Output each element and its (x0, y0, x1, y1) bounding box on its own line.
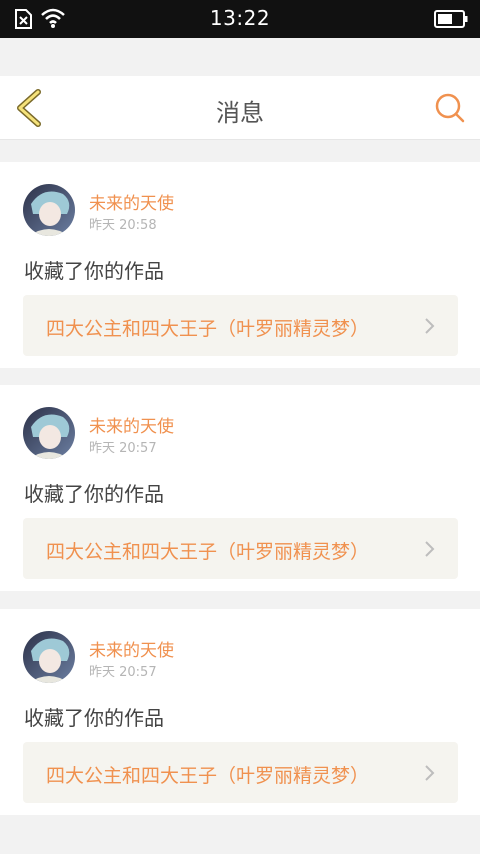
avatar[interactable] (23, 631, 75, 683)
search-icon (435, 93, 465, 123)
action-text: 收藏了你的作品 (24, 706, 164, 730)
work-title: 四大公主和四大王子（叶罗丽精灵梦） (46, 765, 370, 787)
chevron-right-icon (424, 317, 436, 339)
work-link[interactable]: 四大公主和四大王子（叶罗丽精灵梦） (23, 295, 458, 356)
chevron-right-icon (424, 764, 436, 786)
action-text: 收藏了你的作品 (24, 482, 164, 506)
avatar[interactable] (23, 407, 75, 459)
message-card: 未来的天使 昨天 20:57 收藏了你的作品 四大公主和四大王子（叶罗丽精灵梦） (0, 385, 480, 591)
message-card: 未来的天使 昨天 20:57 收藏了你的作品 四大公主和四大王子（叶罗丽精灵梦） (0, 609, 480, 815)
status-bar: 13:22 (0, 0, 480, 38)
username[interactable]: 未来的天使 (89, 636, 174, 661)
work-title: 四大公主和四大王子（叶罗丽精灵梦） (46, 318, 370, 340)
timestamp: 昨天 20:57 (89, 665, 157, 680)
nav-header: 消息 (0, 76, 480, 140)
work-title: 四大公主和四大王子（叶罗丽精灵梦） (46, 541, 370, 563)
work-link[interactable]: 四大公主和四大王子（叶罗丽精灵梦） (23, 742, 458, 803)
status-time: 13:22 (209, 6, 271, 30)
work-link[interactable]: 四大公主和四大王子（叶罗丽精灵梦） (23, 518, 458, 579)
search-button[interactable] (434, 92, 466, 124)
chevron-right-icon (424, 540, 436, 562)
username[interactable]: 未来的天使 (89, 412, 174, 437)
page-title: 消息 (216, 99, 264, 127)
timestamp: 昨天 20:58 (89, 218, 157, 233)
timestamp: 昨天 20:57 (89, 441, 157, 456)
top-spacer (0, 38, 480, 76)
message-card: 未来的天使 昨天 20:58 收藏了你的作品 四大公主和四大王子（叶罗丽精灵梦） (0, 162, 480, 368)
avatar[interactable] (23, 184, 75, 236)
username[interactable]: 未来的天使 (89, 189, 174, 214)
battery-icon (434, 10, 468, 32)
action-text: 收藏了你的作品 (24, 259, 164, 283)
